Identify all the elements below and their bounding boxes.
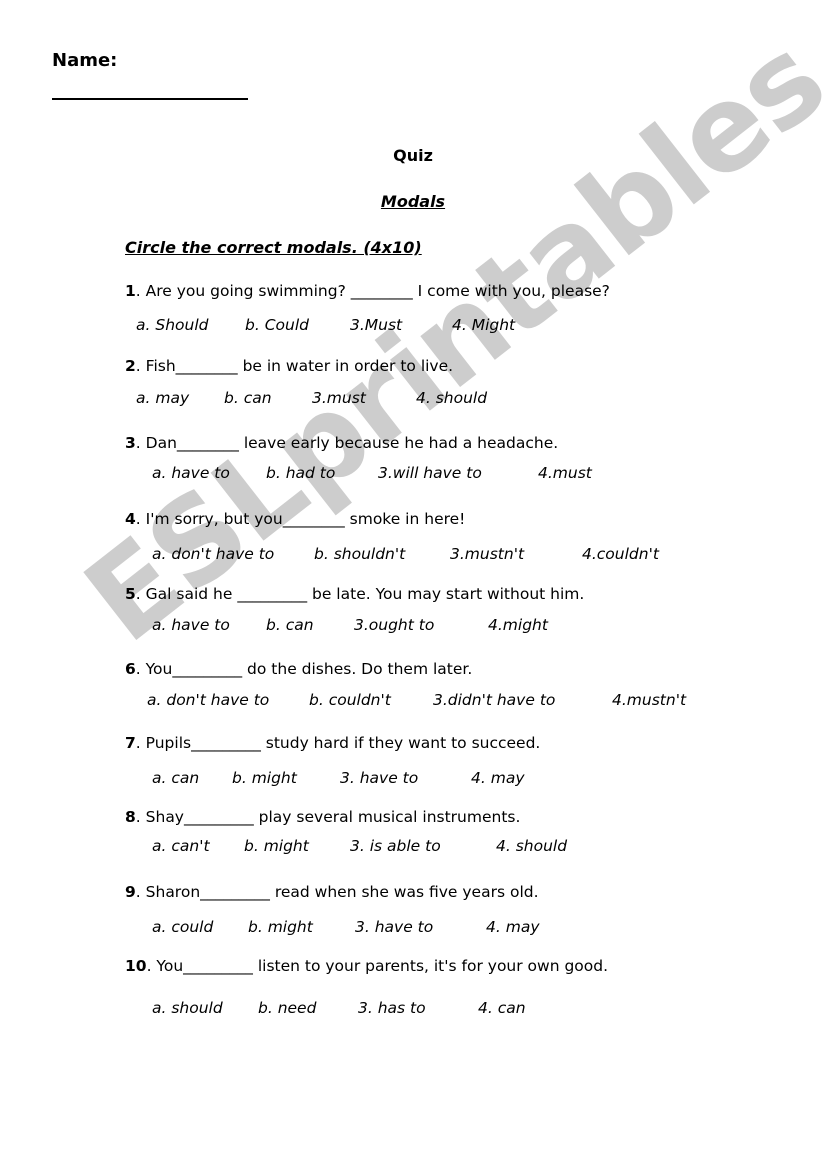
question-number: 2	[125, 357, 136, 375]
answer-option[interactable]: 3.mustn't	[450, 545, 524, 563]
answer-option[interactable]: 4.mustn't	[612, 691, 686, 709]
name-write-line	[52, 98, 248, 100]
answer-option[interactable]: b. Could	[245, 316, 309, 334]
question-text: . I'm sorry, but you________ smoke in he…	[135, 510, 466, 528]
question-text: . Sharon_________ read when she was five…	[135, 883, 539, 901]
answer-option[interactable]: 4.might	[488, 616, 548, 634]
answer-option[interactable]: 3. have to	[355, 918, 433, 936]
question-5: 5. Gal said he _________ be late. You ma…	[125, 585, 584, 603]
quiz-subtitle: Modals	[0, 192, 826, 211]
answer-option[interactable]: 4. may	[471, 769, 525, 787]
question-text: . You_________ do the dishes. Do them la…	[135, 660, 473, 678]
answer-option[interactable]: 3.will have to	[378, 464, 482, 482]
question-number: 7	[125, 734, 136, 752]
answer-option[interactable]: a. don't have to	[152, 545, 274, 563]
name-label: Name:	[52, 50, 118, 71]
answer-option[interactable]: 3.didn't have to	[433, 691, 555, 709]
question-9: 9. Sharon_________ read when she was fiv…	[125, 883, 539, 901]
answer-option[interactable]: b. might	[232, 769, 297, 787]
question-text: . You_________ listen to your parents, i…	[146, 957, 609, 975]
question-number: 9	[125, 883, 136, 901]
answer-option[interactable]: b. had to	[266, 464, 335, 482]
answer-option[interactable]: 4. should	[416, 389, 487, 407]
answer-option[interactable]: 3.must	[312, 389, 366, 407]
answer-option[interactable]: 3. have to	[340, 769, 418, 787]
question-1: 1. Are you going swimming? ________ I co…	[125, 282, 610, 300]
question-number: 3	[125, 434, 136, 452]
question-2: 2. Fish________ be in water in order to …	[125, 357, 453, 375]
question-10: 10. You_________ listen to your parents,…	[125, 957, 608, 975]
question-number: 1	[125, 282, 136, 300]
question-text: . Shay_________ play several musical ins…	[135, 808, 521, 826]
answer-option[interactable]: 4.must	[538, 464, 592, 482]
quiz-subtitle-text: Modals	[380, 192, 446, 211]
answer-option[interactable]: b. can	[266, 616, 314, 634]
worksheet: Name: Quiz Modals Circle the correct mod…	[0, 0, 826, 1169]
question-text: . Fish________ be in water in order to l…	[135, 357, 454, 375]
answer-option[interactable]: a. don't have to	[147, 691, 269, 709]
answer-option[interactable]: a. should	[152, 999, 223, 1017]
question-number: 6	[125, 660, 136, 678]
answer-option[interactable]: a. could	[152, 918, 213, 936]
answer-option[interactable]: b. shouldn't	[314, 545, 405, 563]
answer-option[interactable]: b. can	[224, 389, 272, 407]
question-text: . Dan________ leave early because he had…	[135, 434, 559, 452]
answer-option[interactable]: b. might	[248, 918, 313, 936]
answer-option[interactable]: 3. is able to	[350, 837, 441, 855]
question-text: . Gal said he _________ be late. You may…	[135, 585, 585, 603]
question-number: 10	[125, 957, 147, 975]
answer-option[interactable]: 4.couldn't	[582, 545, 659, 563]
answer-option[interactable]: a. may	[136, 389, 189, 407]
question-8: 8. Shay_________ play several musical in…	[125, 808, 520, 826]
answer-option[interactable]: 4. may	[486, 918, 540, 936]
question-text: . Pupils_________ study hard if they wan…	[135, 734, 541, 752]
answer-option[interactable]: 3. has to	[358, 999, 426, 1017]
answer-option[interactable]: 4. can	[478, 999, 526, 1017]
question-6: 6. You_________ do the dishes. Do them l…	[125, 660, 472, 678]
question-number: 4	[125, 510, 136, 528]
instructions: Circle the correct modals. (4x10)	[125, 238, 422, 257]
answer-option[interactable]: a. can't	[152, 837, 210, 855]
answer-option[interactable]: 3.Must	[350, 316, 402, 334]
answer-option[interactable]: a. have to	[152, 616, 230, 634]
answer-option[interactable]: a. can	[152, 769, 199, 787]
question-number: 5	[125, 585, 136, 603]
answer-option[interactable]: 4. Might	[452, 316, 515, 334]
answer-option[interactable]: 4. should	[496, 837, 567, 855]
question-3: 3. Dan________ leave early because he ha…	[125, 434, 558, 452]
answer-option[interactable]: b. need	[258, 999, 316, 1017]
quiz-title: Quiz	[393, 146, 433, 165]
answer-option[interactable]: b. couldn't	[309, 691, 391, 709]
question-4: 4. I'm sorry, but you________ smoke in h…	[125, 510, 465, 528]
answer-option[interactable]: a. Should	[136, 316, 208, 334]
answer-option[interactable]: 3.ought to	[354, 616, 434, 634]
answer-option[interactable]: b. might	[244, 837, 309, 855]
question-text: . Are you going swimming? ________ I com…	[135, 282, 610, 300]
question-number: 8	[125, 808, 136, 826]
question-7: 7. Pupils_________ study hard if they wa…	[125, 734, 540, 752]
answer-option[interactable]: a. have to	[152, 464, 230, 482]
